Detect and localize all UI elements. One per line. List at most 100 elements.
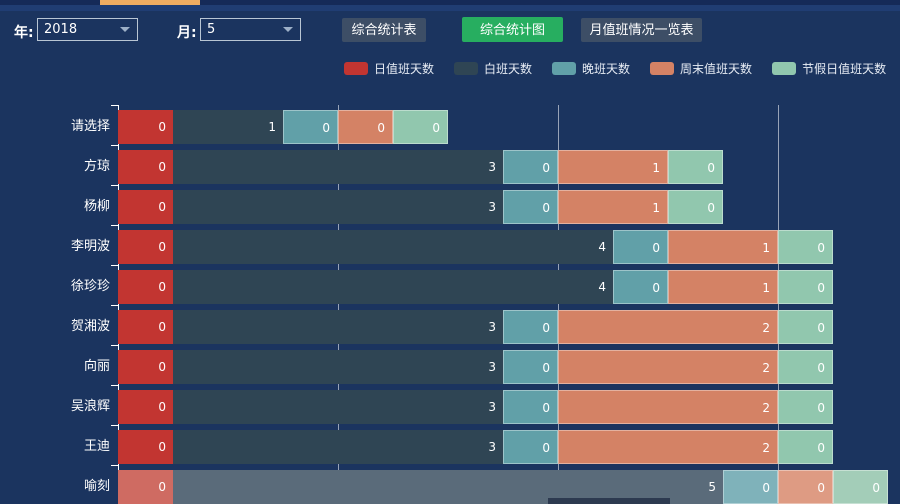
legend-label: 节假日值班天数 — [802, 60, 886, 77]
segment-value: 4 — [598, 270, 606, 304]
bar-segment[interactable]: 0 — [778, 390, 833, 424]
y-axis-label: 吴浪辉 — [0, 390, 110, 424]
segment-value: 0 — [377, 111, 385, 145]
bar-segment[interactable]: 2 — [558, 350, 778, 384]
segment-value: 4 — [598, 230, 606, 264]
segment-value: 1 — [762, 231, 770, 265]
bar-segments: 03020 — [118, 310, 833, 344]
axis-tick — [111, 385, 118, 386]
segment-value: 1 — [268, 110, 276, 144]
segment-value: 0 — [817, 431, 825, 465]
segment-value: 0 — [158, 390, 166, 424]
y-axis-label: 向丽 — [0, 350, 110, 384]
legend-item[interactable]: 周末值班天数 — [650, 60, 752, 77]
bar-segment[interactable]: 0 — [118, 430, 173, 464]
segment-value: 0 — [817, 471, 825, 504]
bar-segment[interactable]: 0 — [393, 110, 448, 144]
bar-segment[interactable]: 4 — [173, 230, 613, 264]
bar-segment[interactable]: 0 — [503, 350, 558, 384]
stats-chart-button[interactable]: 综合统计图 — [462, 17, 563, 42]
bar-segment[interactable]: 3 — [173, 190, 503, 224]
month-select[interactable]: 5 — [200, 18, 301, 41]
legend-item[interactable]: 日值班天数 — [344, 60, 434, 77]
bar-segment[interactable]: 0 — [283, 110, 338, 144]
year-select[interactable]: 2018 — [37, 18, 138, 41]
bar-segments: 01000 — [118, 110, 448, 144]
segment-value: 0 — [817, 351, 825, 385]
segment-value: 0 — [158, 270, 166, 304]
bar-segment[interactable]: 0 — [833, 470, 888, 504]
bar-segment[interactable]: 0 — [118, 270, 173, 304]
y-axis-label: 杨柳 — [0, 190, 110, 224]
bar-segment[interactable]: 0 — [723, 470, 778, 504]
legend-swatch-icon — [454, 62, 478, 75]
bar-segment[interactable]: 0 — [503, 310, 558, 344]
bar-segment[interactable]: 0 — [778, 350, 833, 384]
bar-segment[interactable]: 3 — [173, 310, 503, 344]
bar-segment[interactable]: 1 — [558, 190, 668, 224]
bar-segment[interactable]: 0 — [118, 390, 173, 424]
legend-label: 日值班天数 — [374, 60, 434, 77]
bar-segment[interactable]: 0 — [503, 430, 558, 464]
bar-segment[interactable]: 0 — [118, 150, 173, 184]
segment-value: 3 — [488, 350, 496, 384]
bar-segment[interactable]: 0 — [338, 110, 393, 144]
bar-segment[interactable]: 0 — [118, 350, 173, 384]
legend-item[interactable]: 节假日值班天数 — [772, 60, 886, 77]
bar-segment[interactable]: 1 — [558, 150, 668, 184]
legend-item[interactable]: 白班天数 — [454, 60, 532, 77]
monthly-duty-list-button[interactable]: 月值班情况一览表 — [581, 18, 702, 42]
bar-segment[interactable]: 0 — [118, 110, 173, 144]
segment-value: 3 — [488, 430, 496, 464]
year-select-value: 2018 — [44, 22, 77, 37]
bar-row: 贺湘波03020 — [0, 310, 900, 344]
bar-segment[interactable]: 0 — [778, 430, 833, 464]
axis-tick — [111, 185, 118, 186]
bar-segment[interactable]: 3 — [173, 350, 503, 384]
bar-segment[interactable]: 2 — [558, 430, 778, 464]
bar-segment[interactable]: 0 — [613, 270, 668, 304]
month-label: 月: — [177, 22, 197, 42]
bar-segment[interactable]: 0 — [503, 150, 558, 184]
bar-segment[interactable]: 0 — [503, 390, 558, 424]
bar-segment[interactable]: 0 — [778, 310, 833, 344]
y-axis-label: 喻刻 — [0, 470, 110, 504]
axis-tick — [111, 425, 118, 426]
segment-value: 1 — [652, 151, 660, 185]
legend-swatch-icon — [344, 62, 368, 75]
segment-value: 2 — [762, 311, 770, 345]
bar-segment[interactable]: 3 — [173, 390, 503, 424]
chevron-down-icon — [120, 27, 130, 32]
bar-segment[interactable]: 0 — [613, 230, 668, 264]
legend-label: 白班天数 — [484, 60, 532, 77]
bar-segment[interactable]: 0 — [118, 190, 173, 224]
stats-table-button[interactable]: 综合统计表 — [342, 18, 426, 42]
bar-segment[interactable]: 1 — [668, 230, 778, 264]
bar-segment[interactable]: 0 — [503, 190, 558, 224]
bar-row: 吴浪辉03020 — [0, 390, 900, 424]
bar-segment[interactable]: 0 — [668, 150, 723, 184]
bar-segment[interactable]: 0 — [118, 470, 173, 504]
bar-segment[interactable]: 0 — [118, 230, 173, 264]
bar-segments: 03020 — [118, 390, 833, 424]
bar-segment[interactable]: 3 — [173, 150, 503, 184]
bar-segment[interactable]: 3 — [173, 430, 503, 464]
bar-segment[interactable]: 2 — [558, 310, 778, 344]
segment-value: 2 — [762, 391, 770, 425]
bar-segment[interactable]: 0 — [668, 190, 723, 224]
segment-value: 3 — [488, 150, 496, 184]
segment-value: 0 — [542, 431, 550, 465]
bar-segment[interactable]: 2 — [558, 390, 778, 424]
bar-segment[interactable]: 0 — [118, 310, 173, 344]
bar-segment[interactable]: 4 — [173, 270, 613, 304]
legend-swatch-icon — [650, 62, 674, 75]
bar-segment[interactable]: 1 — [668, 270, 778, 304]
month-select-value: 5 — [207, 22, 215, 37]
bar-segment[interactable]: 0 — [778, 270, 833, 304]
bar-segment[interactable]: 1 — [173, 110, 283, 144]
bar-segment[interactable]: 0 — [778, 470, 833, 504]
legend-item[interactable]: 晚班天数 — [552, 60, 630, 77]
bar-segment[interactable]: 0 — [778, 230, 833, 264]
y-axis-label: 贺湘波 — [0, 310, 110, 344]
segment-value: 0 — [542, 311, 550, 345]
